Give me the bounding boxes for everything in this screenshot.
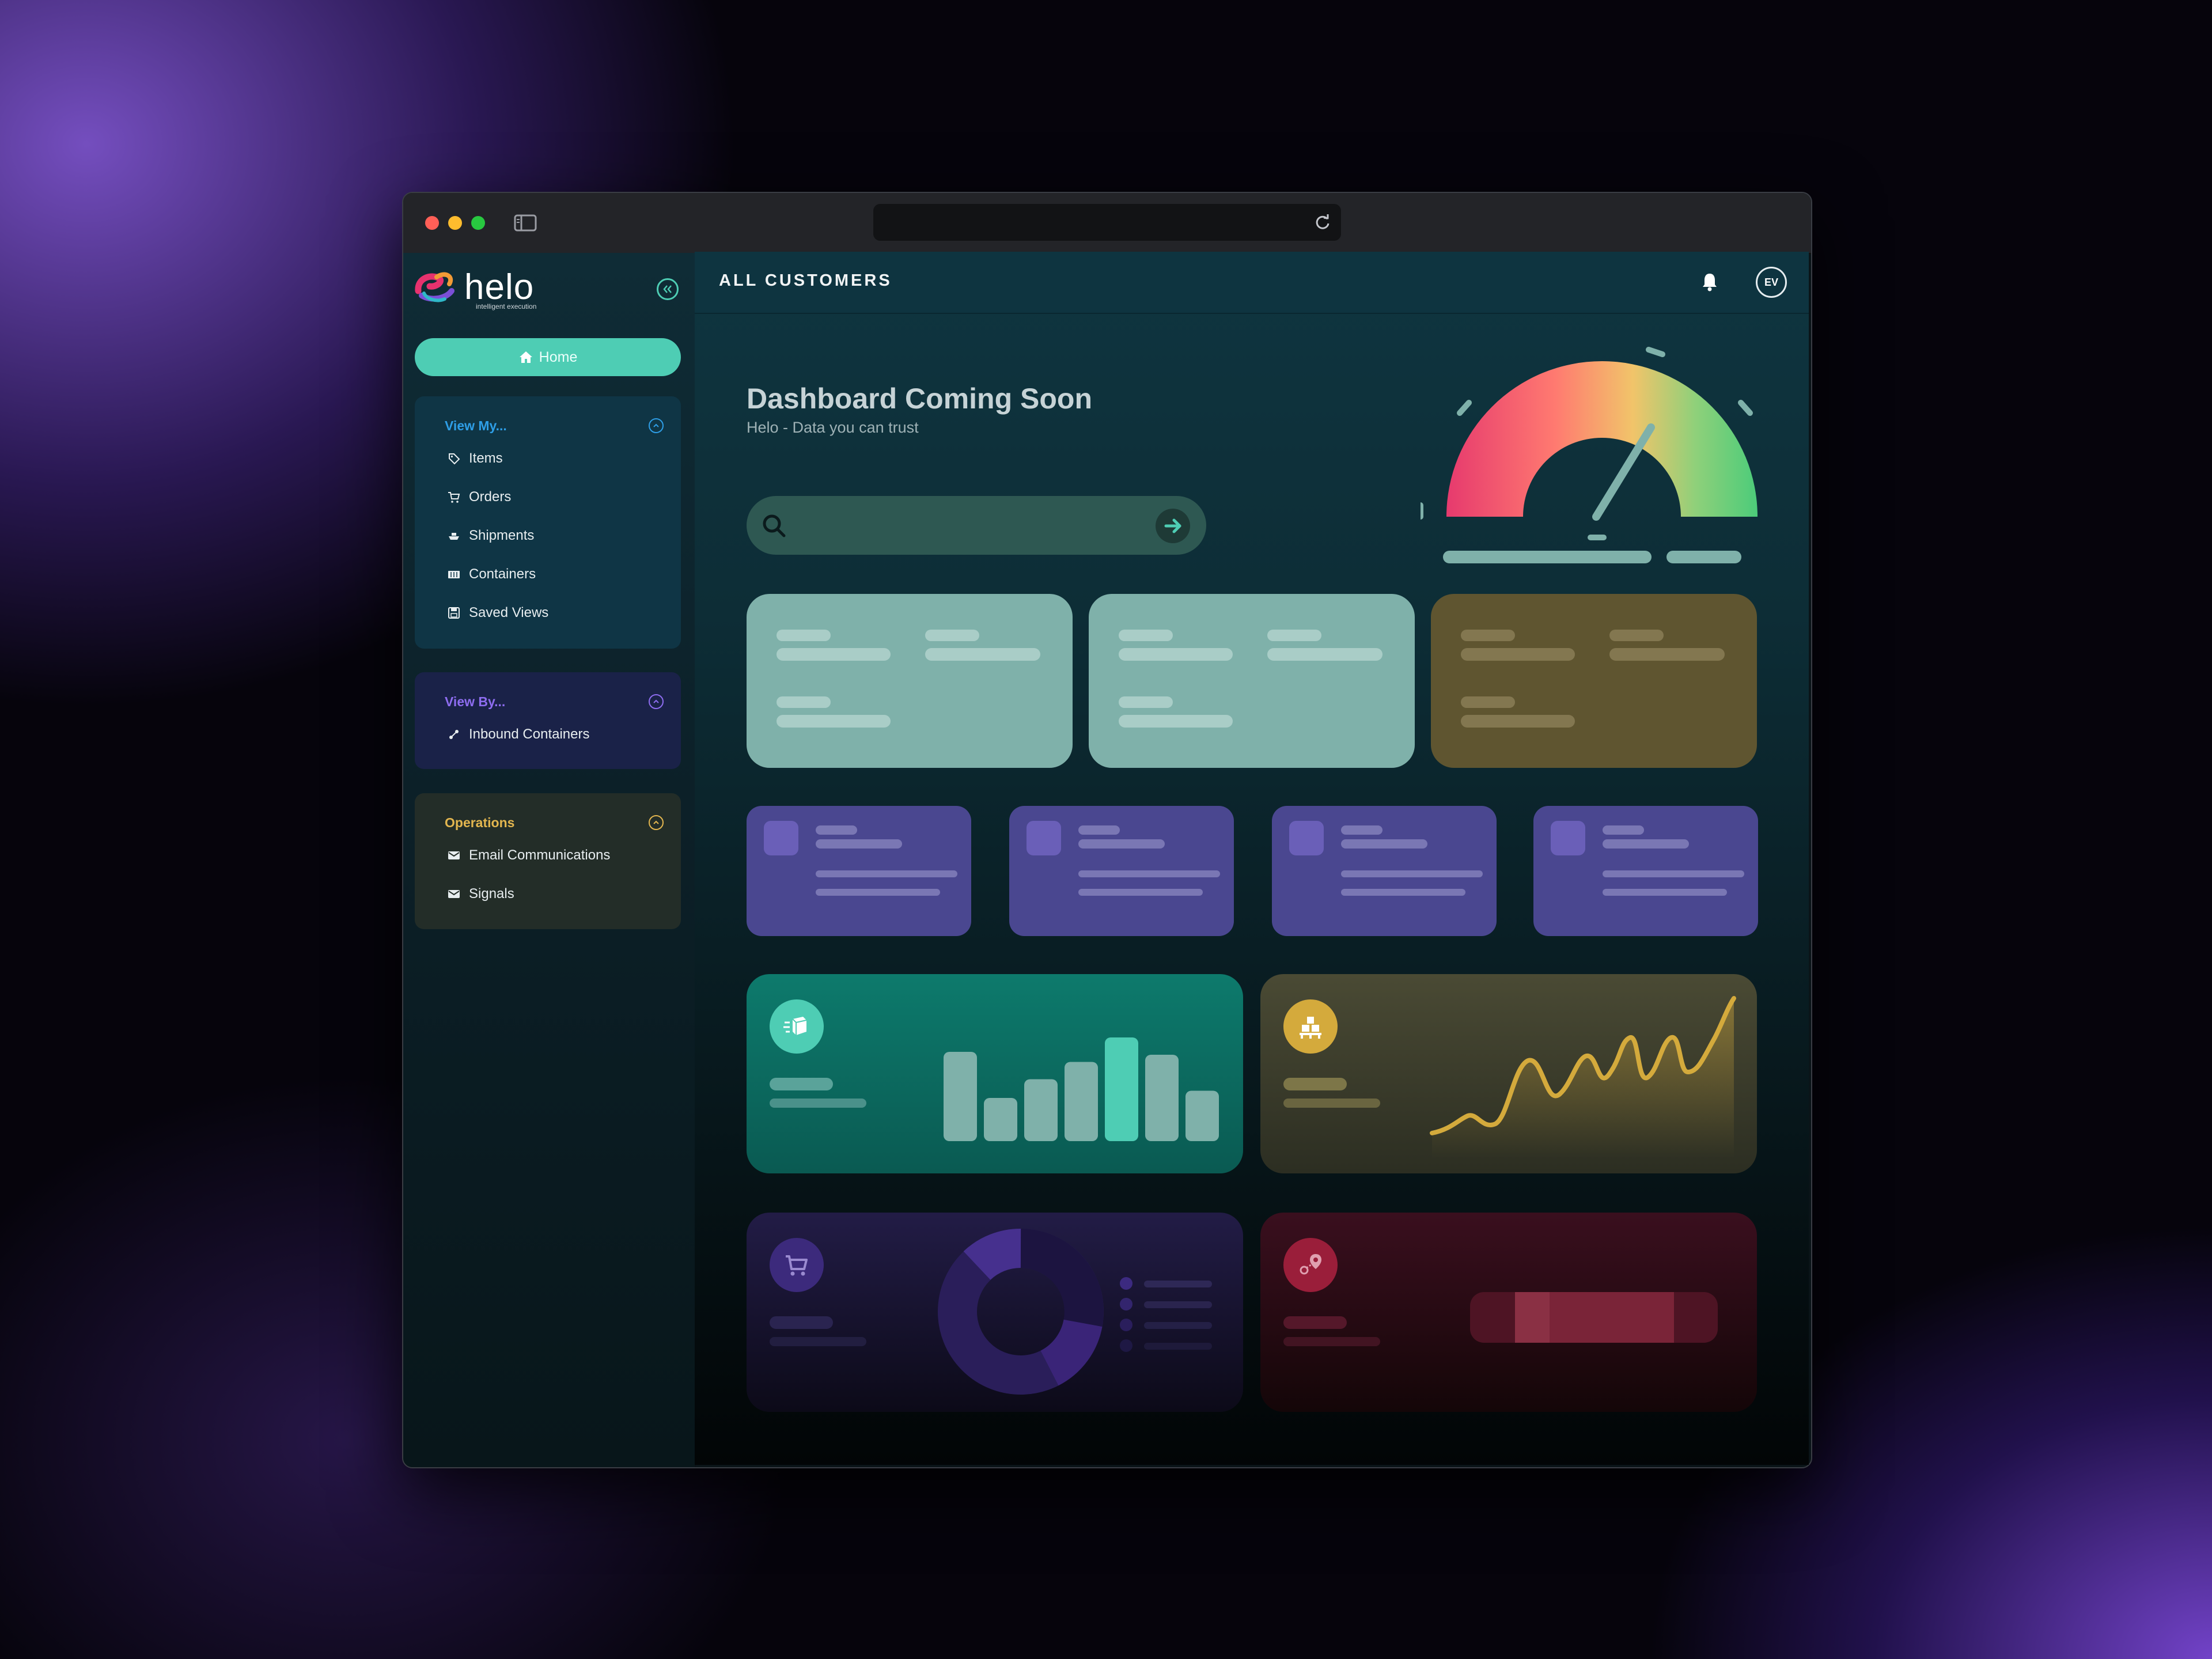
stat-card-3[interactable] (1431, 594, 1757, 768)
bar-7 (1185, 1090, 1219, 1141)
mini-card-icon (1027, 821, 1061, 855)
search-submit-button[interactable] (1156, 509, 1190, 543)
cart-icon (770, 1238, 824, 1292)
map-range-bar (1470, 1292, 1718, 1343)
mini-card-icon (1289, 821, 1324, 855)
sidebar-item-label: Shipments (469, 528, 535, 543)
sidebar-item-label: Inbound Containers (469, 726, 590, 742)
search-input[interactable] (801, 513, 1135, 536)
bar-chart-card[interactable] (747, 974, 1243, 1173)
view-my-collapse-toggle[interactable] (649, 418, 664, 433)
view-my-section: View My... Items Orders Shipments Contai… (415, 396, 681, 649)
ship-icon (447, 529, 461, 543)
sidebar-item-containers[interactable]: Containers (447, 563, 536, 586)
pallet-icon (1283, 999, 1338, 1054)
mini-card-4[interactable] (1533, 806, 1758, 936)
mini-card-2[interactable] (1009, 806, 1234, 936)
gauge-needle (1592, 423, 1655, 521)
sidebar-item-label: Signals (469, 886, 514, 902)
sidebar-item-email-communications[interactable]: Email Communications (447, 844, 610, 867)
bar-6 (1145, 1055, 1179, 1141)
stat-card-1[interactable] (747, 594, 1073, 768)
donut-chart (938, 1228, 1104, 1395)
mini-card-icon (764, 821, 798, 855)
container-icon (447, 567, 461, 581)
sidebar-item-inbound-containers[interactable]: Inbound Containers (447, 723, 589, 746)
chevron-up-icon (653, 699, 659, 703)
top-bar: ALL CUSTOMERS EV (695, 252, 1809, 314)
search-bar[interactable] (747, 496, 1206, 555)
bar-2 (984, 1098, 1017, 1141)
sidebar-toggle-icon[interactable] (513, 210, 538, 236)
view-by-title: View By... (445, 694, 506, 709)
view-by-collapse-toggle[interactable] (649, 694, 664, 709)
maximize-window-button[interactable] (471, 216, 485, 230)
tag-icon (447, 452, 461, 465)
inbound-icon (447, 728, 461, 741)
close-window-button[interactable] (425, 216, 439, 230)
line-chart (1430, 996, 1736, 1158)
cart-icon (447, 490, 461, 504)
sidebar-item-shipments[interactable]: Shipments (447, 524, 534, 547)
envelope-icon (447, 849, 461, 862)
map-pin-icon (1283, 1238, 1338, 1292)
bar-chart (944, 1037, 1219, 1141)
bell-icon[interactable] (1698, 270, 1721, 293)
chevron-up-icon (653, 423, 659, 427)
sidebar-item-items[interactable]: Items (447, 447, 503, 470)
sidebar-item-label: Saved Views (469, 605, 549, 620)
mini-card-3[interactable] (1272, 806, 1497, 936)
map-card[interactable] (1260, 1213, 1757, 1412)
view-by-section: View By... Inbound Containers (415, 672, 681, 769)
envelope-icon (447, 887, 461, 901)
sidebar-item-orders[interactable]: Orders (447, 486, 511, 509)
sidebar-item-signals[interactable]: Signals (447, 882, 514, 906)
browser-titlebar (403, 193, 1811, 254)
sidebar-item-label: Containers (469, 566, 536, 582)
sidebar-item-label: Email Communications (469, 847, 611, 863)
operations-collapse-toggle[interactable] (649, 815, 664, 830)
mini-card-1[interactable] (747, 806, 971, 936)
operations-section: Operations Email Communications Signals (415, 793, 681, 929)
sidebar-item-saved-views[interactable]: Saved Views (447, 601, 548, 624)
dashboard-heading: Dashboard Coming Soon (747, 382, 1092, 415)
chevron-up-icon (653, 820, 659, 824)
operations-title: Operations (445, 815, 515, 830)
bar-3 (1024, 1079, 1058, 1141)
bar-5 (1105, 1037, 1138, 1141)
save-icon (447, 606, 461, 620)
line-chart-card[interactable] (1260, 974, 1757, 1173)
search-icon (763, 514, 786, 537)
address-bar[interactable] (873, 204, 1341, 241)
main-content: ALL CUSTOMERS EV Dashboard Coming Soon H… (695, 252, 1809, 1465)
avatar[interactable]: EV (1756, 267, 1787, 298)
minimize-window-button[interactable] (448, 216, 462, 230)
stat-card-2[interactable] (1089, 594, 1415, 768)
bar-4 (1065, 1062, 1098, 1141)
dashboard-subheading: Helo - Data you can trust (747, 419, 919, 436)
arrow-right-icon (1164, 518, 1181, 533)
view-my-title: View My... (445, 418, 507, 433)
boxes-icon (770, 999, 824, 1054)
mini-card-icon (1551, 821, 1585, 855)
reload-icon[interactable] (1310, 210, 1335, 235)
page-title: ALL CUSTOMERS (719, 271, 892, 290)
gauge-illustration (1421, 347, 1758, 563)
sidebar-item-label: Items (469, 450, 503, 466)
donut-chart-card[interactable] (747, 1213, 1243, 1412)
avatar-initials: EV (1764, 276, 1778, 288)
bar-1 (944, 1052, 977, 1141)
sidebar-item-label: Orders (469, 489, 512, 505)
